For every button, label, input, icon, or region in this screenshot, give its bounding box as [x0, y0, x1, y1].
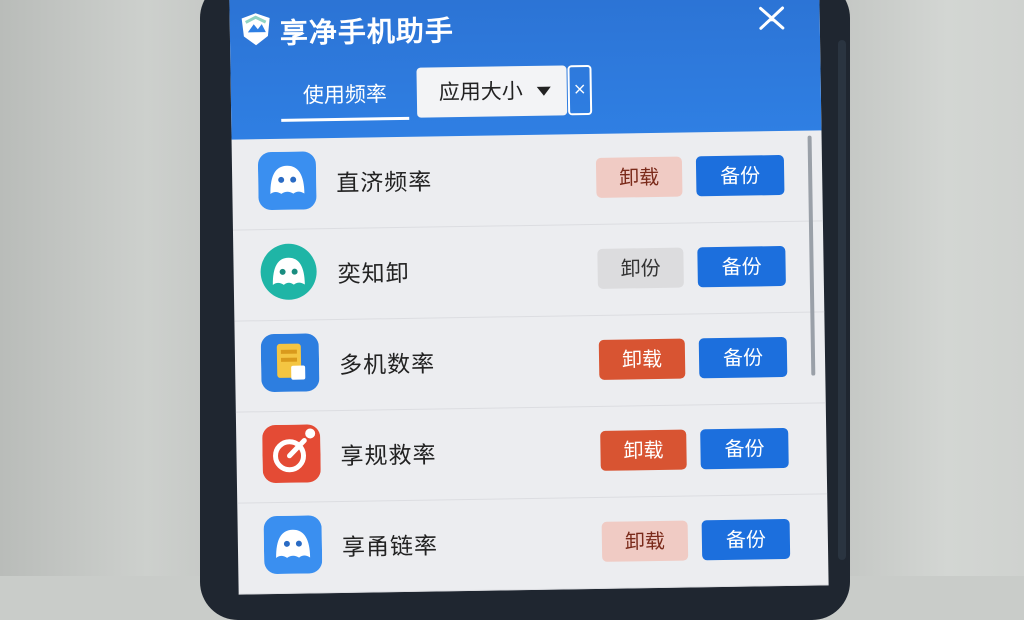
chevron-down-icon: [536, 86, 551, 96]
close-icon[interactable]: [755, 2, 787, 34]
backup-button[interactable]: 备份: [700, 427, 789, 470]
list-item: 享规救率 卸载 备份: [235, 403, 828, 504]
backup-button[interactable]: 备份: [695, 154, 785, 197]
tab-app-size-dropdown[interactable]: 应用大小: [416, 65, 568, 118]
list-item: 直济频率 卸载 备份: [231, 130, 823, 231]
backup-button[interactable]: 备份: [701, 518, 791, 561]
app-name: 直济频率: [336, 169, 433, 198]
app-name: 奕知卸: [337, 260, 410, 288]
uninstall-button[interactable]: 卸份: [597, 247, 684, 289]
list-item: 奕知卸 卸份 备份: [232, 221, 825, 322]
blue-ghost-icon: [257, 151, 317, 211]
app-list: 直济频率 卸载 备份 奕知卸 卸份 备份 多机数率 卸载 备份 享规救率 卸载 …: [231, 130, 829, 595]
backup-button[interactable]: 备份: [697, 245, 786, 288]
tab-app-size-label: 应用大小: [438, 79, 524, 105]
uninstall-button[interactable]: 卸载: [598, 338, 686, 380]
app-title: 享净手机助手: [279, 14, 455, 50]
backup-button[interactable]: 备份: [698, 336, 788, 379]
shield-logo-icon: [241, 13, 270, 46]
uninstall-button[interactable]: 卸载: [595, 156, 683, 198]
background-wall-left: [0, 0, 210, 576]
uninstall-button[interactable]: 卸载: [600, 429, 687, 471]
clear-filter-button[interactable]: ×: [567, 64, 593, 116]
list-item: 多机数率 卸载 备份: [234, 312, 826, 413]
phone-side-button: [838, 40, 846, 560]
background-wall-right: [834, 0, 1024, 576]
sort-tabs: 使用频率 应用大小 ×: [280, 64, 602, 126]
app-name: 享甬链率: [341, 533, 439, 561]
app-header: 享净手机助手 使用频率 应用大小 ×: [229, 0, 822, 140]
red-power-icon: [262, 424, 321, 484]
blue-ghost-icon: [263, 515, 323, 575]
tab-usage-frequency[interactable]: 使用频率: [280, 71, 410, 122]
app-name: 多机数率: [338, 351, 436, 379]
phone-screen: 享净手机助手 使用频率 应用大小 × 直济频率 卸载 备份 奕知卸 卸份 备份 …: [229, 0, 829, 595]
list-item: 享甬链率 卸载 备份: [237, 494, 829, 595]
gold-trophy-icon: [260, 333, 320, 393]
teal-ghost-icon: [259, 242, 319, 302]
app-name: 享规救率: [340, 442, 437, 470]
uninstall-button[interactable]: 卸载: [601, 520, 689, 562]
